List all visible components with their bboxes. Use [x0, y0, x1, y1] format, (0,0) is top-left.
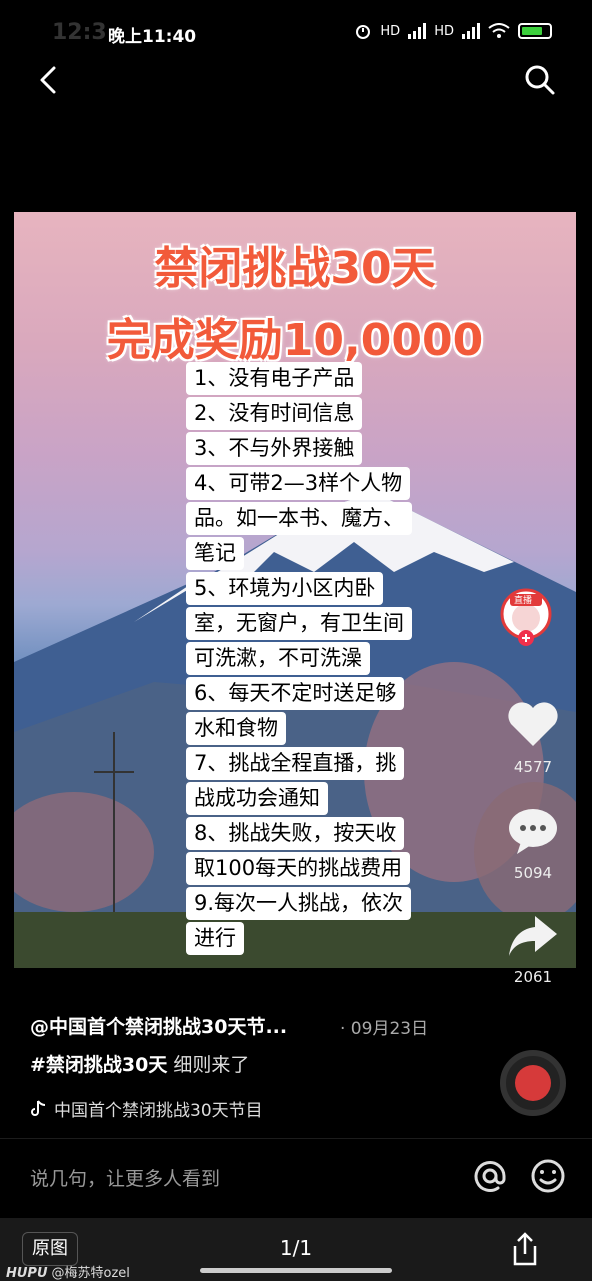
comment-icon: [509, 809, 557, 854]
author-name[interactable]: @中国首个禁闭挑战30天节...: [30, 1012, 287, 1039]
music-disc-cover: [515, 1065, 551, 1101]
music-title: 中国首个禁闭挑战30天节目: [54, 1101, 263, 1121]
like-button[interactable]: 4577: [498, 700, 568, 776]
divider: [0, 1138, 592, 1139]
mention-button[interactable]: [470, 1156, 510, 1196]
export-button[interactable]: [508, 1230, 542, 1268]
rule-line: 室，无窗户，有卫生间: [186, 607, 412, 640]
live-badge-label: 直播: [514, 596, 533, 606]
music-disc-button[interactable]: [500, 1050, 566, 1116]
smiley-icon: [531, 1159, 565, 1193]
comment-button[interactable]: 5094: [498, 806, 568, 882]
network-label-1: HD: [380, 23, 401, 39]
wifi-icon: [488, 23, 510, 38]
caption-text: 细则来了: [173, 1054, 250, 1076]
post-image[interactable]: 禁闭挑战30天 完成奖励10,0000 1、没有电子产品 2、没有时间信息 3、…: [14, 212, 576, 968]
comment-count: 5094: [513, 864, 553, 882]
rule-line: 可洗漱，不可洗澡: [186, 642, 370, 675]
search-icon: [525, 65, 555, 95]
rule-line: 水和食物: [186, 712, 286, 745]
poster-title-line2: 完成奖励10,0000: [106, 315, 484, 366]
like-count: 4577: [513, 758, 553, 776]
live-avatar-button[interactable]: 直播: [500, 588, 552, 648]
share-arrow-icon: [509, 916, 557, 956]
rule-line: 7、挑战全程直播，挑: [186, 747, 405, 780]
status-icons: HD HD: [354, 22, 552, 40]
watermark: HUPU @梅苏特ozel: [6, 1262, 130, 1281]
share-button[interactable]: 2061: [498, 910, 568, 986]
at-icon: [474, 1161, 506, 1192]
rule-line: 2、没有时间信息: [186, 397, 363, 430]
back-button[interactable]: [30, 60, 70, 100]
signal-icon: [408, 23, 427, 39]
status-time: 晚上11:40: [108, 27, 197, 47]
poster-title-line1: 禁闭挑战30天: [154, 243, 436, 294]
rule-line: 4、可带2—3样个人物: [186, 467, 411, 500]
rule-line: 进行: [186, 922, 244, 955]
watermark-brand: HUPU: [6, 1266, 48, 1281]
rule-line: 取100每天的挑战费用: [186, 852, 411, 885]
alarm-icon: [356, 25, 371, 39]
rule-line: 1、没有电子产品: [186, 362, 363, 395]
caption: #禁闭挑战30天 细则来了: [30, 1050, 249, 1077]
rule-line: 战成功会通知: [186, 782, 328, 815]
hashtag-link[interactable]: #禁闭挑战30天: [30, 1054, 167, 1076]
search-button[interactable]: [520, 60, 560, 100]
rule-line: 8、挑战失败，按天收: [186, 817, 405, 850]
page-indicator: 1/1: [279, 1236, 313, 1260]
watermark-user: @梅苏特ozel: [51, 1266, 130, 1281]
post-date: · 09月23日: [340, 1019, 429, 1039]
network-label-2: HD: [434, 23, 454, 39]
home-indicator[interactable]: [200, 1268, 392, 1273]
rule-line: 6、每天不定时送足够: [186, 677, 405, 710]
heart-icon: [508, 702, 558, 746]
share-count: 2061: [513, 968, 553, 986]
music-note-icon: [31, 1099, 46, 1116]
emoji-button[interactable]: [528, 1156, 568, 1196]
share-upload-icon: [513, 1232, 537, 1266]
signal-icon-2: [462, 23, 480, 39]
music-info[interactable]: 中国首个禁闭挑战30天节目: [30, 1096, 263, 1121]
rules-list: 1、没有电子产品 2、没有时间信息 3、不与外界接触 4、可带2—3样个人物 品…: [186, 362, 412, 957]
chevron-left-icon: [40, 66, 56, 94]
battery-icon: [518, 23, 552, 39]
rule-line: 5、环境为小区内卧: [186, 572, 384, 605]
rule-line: 3、不与外界接触: [186, 432, 363, 465]
rule-line: 9.每次一人挑战，依次: [186, 887, 412, 920]
comment-input[interactable]: 说几句，让更多人看到: [30, 1164, 450, 1191]
status-ghost-time: 12:3: [52, 20, 107, 45]
rule-line: 品。如一本书、魔方、: [186, 502, 412, 535]
rule-line: 笔记: [186, 537, 244, 570]
status-bar: 12:3 晚上11:40 HD HD: [0, 0, 592, 62]
